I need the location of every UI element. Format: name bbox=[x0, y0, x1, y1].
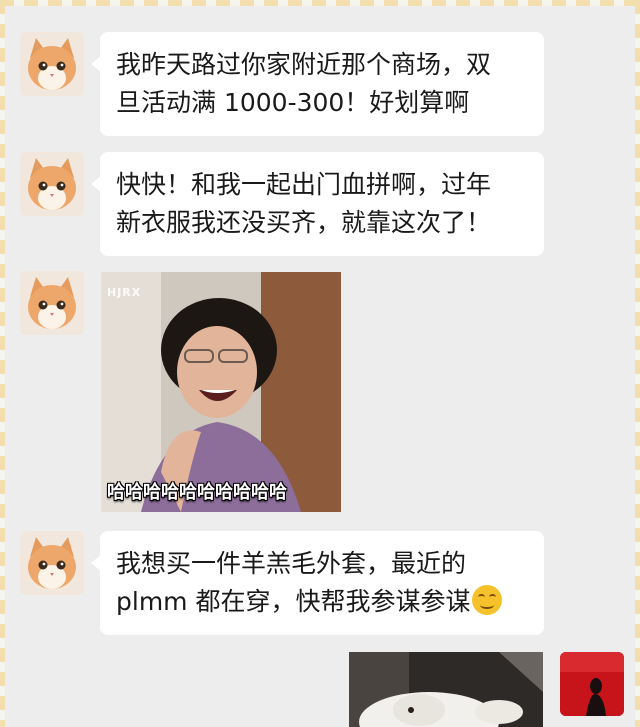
cat-avatar-image bbox=[20, 32, 84, 96]
laughing-woman-image bbox=[101, 272, 341, 512]
message-bubble[interactable]: 我想买一件羊羔毛外套，最近的 plmm 都在穿，快帮我参谋参谋 bbox=[91, 531, 544, 635]
outgoing-photo-message[interactable] bbox=[349, 652, 543, 727]
message-bubble[interactable]: 快快！和我一起出门血拼啊，过年 新衣服我还没买齐，就靠这次了！ bbox=[91, 152, 544, 256]
self-avatar[interactable] bbox=[560, 652, 624, 716]
message-text-segment: plmm 都在穿，快帮我参谋参谋 bbox=[116, 587, 471, 616]
laughing-sticker[interactable]: HJRX 哈哈哈哈哈哈哈哈哈哈 bbox=[101, 272, 341, 512]
cat-avatar-image bbox=[20, 152, 84, 216]
contact-avatar[interactable] bbox=[20, 271, 84, 335]
sticker-caption: 哈哈哈哈哈哈哈哈哈哈 bbox=[107, 482, 287, 503]
lamb-coat-photo bbox=[349, 652, 543, 727]
cat-avatar-image bbox=[20, 531, 84, 595]
message-text-line: 快快！和我一起出门血拼啊，过年 bbox=[116, 170, 492, 199]
message-text-line: 新衣服我还没买齐，就靠这次了！ bbox=[116, 208, 492, 237]
message-text-line: 旦活动满 1000-300！好划算啊 bbox=[116, 88, 470, 117]
photo-frame-left bbox=[0, 0, 5, 727]
contact-avatar[interactable] bbox=[20, 531, 84, 595]
red-portrait-image bbox=[560, 652, 624, 716]
message-bubble[interactable]: 我昨天路过你家附近那个商场，双 旦活动满 1000-300！好划算啊 bbox=[91, 32, 544, 136]
message-text-line: plmm 都在穿，快帮我参谋参谋 bbox=[116, 583, 528, 621]
message-text-line: 我想买一件羊羔毛外套，最近的 bbox=[116, 549, 467, 578]
cat-avatar-image bbox=[20, 271, 84, 335]
photo-frame-top bbox=[0, 0, 640, 6]
contact-avatar[interactable] bbox=[20, 152, 84, 216]
contact-avatar[interactable] bbox=[20, 32, 84, 96]
sticker-watermark: HJRX bbox=[107, 286, 142, 299]
grinning-face-emoji-icon bbox=[472, 585, 503, 615]
message-text-line: 我昨天路过你家附近那个商场，双 bbox=[116, 50, 492, 79]
photo-frame-right bbox=[635, 0, 640, 727]
